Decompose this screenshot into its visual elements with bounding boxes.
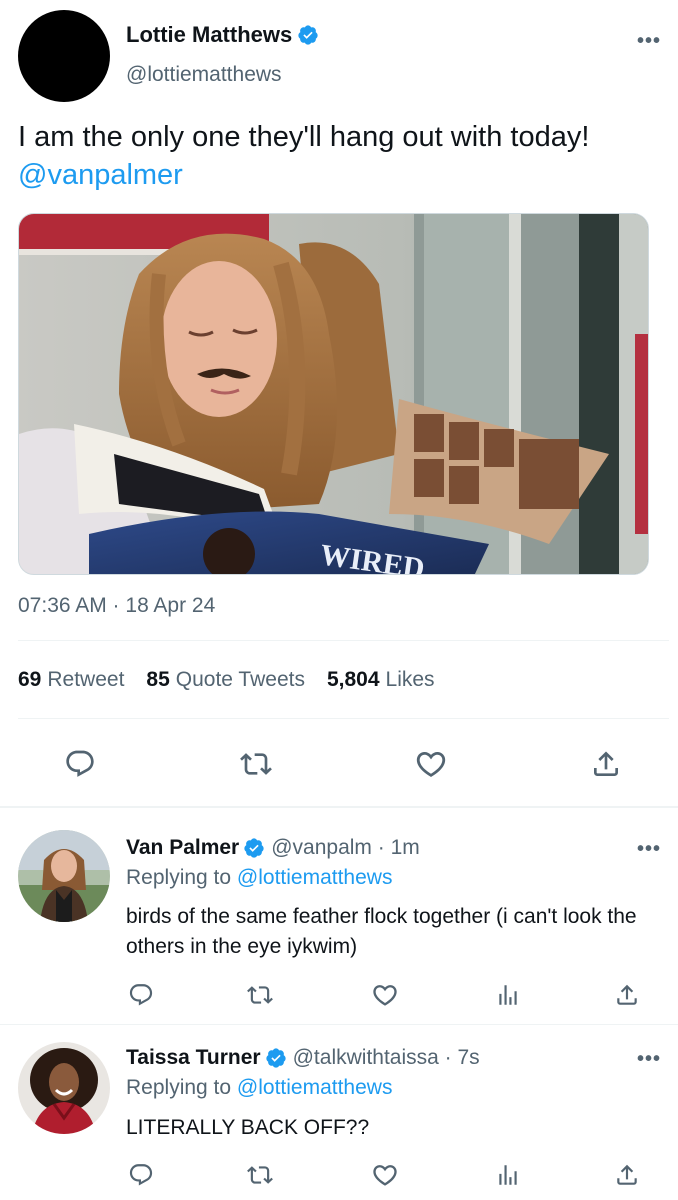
retweet-button[interactable]: [245, 980, 275, 1010]
more-icon[interactable]: •••: [637, 839, 661, 859]
analytics-icon: [499, 1165, 517, 1185]
likes-label: Likes: [385, 668, 435, 691]
reply-text: LITERALLY BACK OFF??: [126, 1116, 370, 1139]
likes-stat[interactable]: 5,804 Likes: [327, 668, 435, 692]
likes-count: 5,804: [326, 668, 380, 691]
photo-illustration: WIRED: [19, 214, 648, 574]
replying-to: Replying to @lottiematthews: [126, 1076, 392, 1100]
retweets-label: Retweet: [47, 668, 125, 691]
share-button[interactable]: [586, 744, 626, 784]
analytics-icon: [499, 985, 517, 1005]
replying-to: Replying to @lottiematthews: [126, 866, 392, 890]
mention-link[interactable]: @vanpalmer: [18, 156, 668, 194]
quotes-label: Quote Tweets: [175, 668, 305, 691]
tweet-body: I am the only one they'll hang out with …: [18, 121, 590, 153]
reply-action-bar: [0, 1160, 678, 1194]
author-name-row[interactable]: Lottie Matthews: [126, 22, 319, 48]
retweets-stat[interactable]: 69 Retweet: [18, 668, 124, 692]
reply-icon: [66, 750, 94, 777]
tweet-action-bar: [0, 744, 678, 784]
share-button[interactable]: [612, 980, 642, 1010]
author-display-name[interactable]: Lottie Matthews: [126, 22, 292, 48]
verified-badge-icon: [298, 25, 318, 45]
verified-badge-icon: [244, 838, 264, 858]
tweet-stats: 69 Retweet 85 Quote Tweets 5,804 Likes: [18, 668, 435, 692]
reply-tweet: Van Palmer @vanpalm · 1m ••• Replying to…: [0, 808, 678, 1026]
share-icon: [594, 751, 618, 776]
heart-icon: [373, 1165, 397, 1186]
author-handle[interactable]: @lottiematthews: [126, 63, 282, 87]
divider: [18, 718, 669, 719]
analytics-button[interactable]: [493, 1160, 523, 1190]
quotes-stat[interactable]: 85 Quote Tweets: [146, 668, 305, 692]
avatar[interactable]: [18, 1042, 110, 1134]
verified-badge-icon: [265, 1048, 286, 1068]
like-button[interactable]: [370, 1160, 400, 1190]
replying-label: Replying to: [126, 866, 232, 889]
reply-handle-time[interactable]: @talkwithtaissa · 7s: [293, 1046, 480, 1070]
reply-icon: [129, 984, 153, 1006]
reply-display-name[interactable]: Taissa Turner: [126, 1046, 261, 1070]
retweet-icon: [247, 986, 273, 1004]
reply-button[interactable]: [126, 1160, 156, 1190]
replying-label: Replying to: [126, 1076, 232, 1099]
avatar-photo: [18, 830, 110, 922]
like-button[interactable]: [411, 744, 451, 784]
share-icon: [617, 1164, 637, 1185]
more-icon[interactable]: •••: [637, 1049, 661, 1069]
reply-icon: [129, 1164, 153, 1186]
reply-header: Van Palmer @vanpalm · 1m: [126, 836, 420, 860]
heart-icon: [416, 751, 446, 777]
reply-display-name[interactable]: Van Palmer: [126, 836, 239, 860]
analytics-button[interactable]: [493, 980, 523, 1010]
heart-icon: [373, 985, 397, 1006]
retweet-button[interactable]: [236, 744, 276, 784]
reply-header: Taissa Turner @talkwithtaissa · 7s: [126, 1046, 480, 1070]
reply-text: birds of the same feather flock together…: [126, 905, 637, 958]
replying-mention-link[interactable]: @lottiematthews: [237, 1076, 393, 1099]
retweet-icon: [247, 1166, 273, 1184]
reply-tweet: Taissa Turner @talkwithtaissa · 7s ••• R…: [0, 1026, 678, 1200]
reply-button[interactable]: [126, 980, 156, 1010]
reply-action-bar: [0, 980, 678, 1014]
replying-mention-link[interactable]: @lottiematthews: [237, 866, 393, 889]
avatar[interactable]: [18, 10, 110, 102]
share-icon: [617, 984, 637, 1005]
divider: [18, 640, 669, 641]
tweet-media-photo[interactable]: WIRED: [18, 213, 649, 575]
reply-handle-time[interactable]: @vanpalm · 1m: [271, 836, 420, 860]
tweet-timestamp[interactable]: 07:36 AM · 18 Apr 24: [18, 594, 215, 618]
share-button[interactable]: [612, 1160, 642, 1190]
like-button[interactable]: [370, 980, 400, 1010]
retweet-icon: [240, 753, 272, 775]
avatar[interactable]: [18, 830, 110, 922]
retweets-count: 69: [18, 668, 42, 691]
quotes-count: 85: [146, 668, 170, 691]
more-icon[interactable]: •••: [637, 31, 661, 51]
reply-button[interactable]: [60, 744, 100, 784]
tweet-text: I am the only one they'll hang out with …: [18, 118, 668, 194]
retweet-button[interactable]: [245, 1160, 275, 1190]
divider: [0, 1024, 678, 1025]
avatar-photo: [18, 1042, 110, 1134]
